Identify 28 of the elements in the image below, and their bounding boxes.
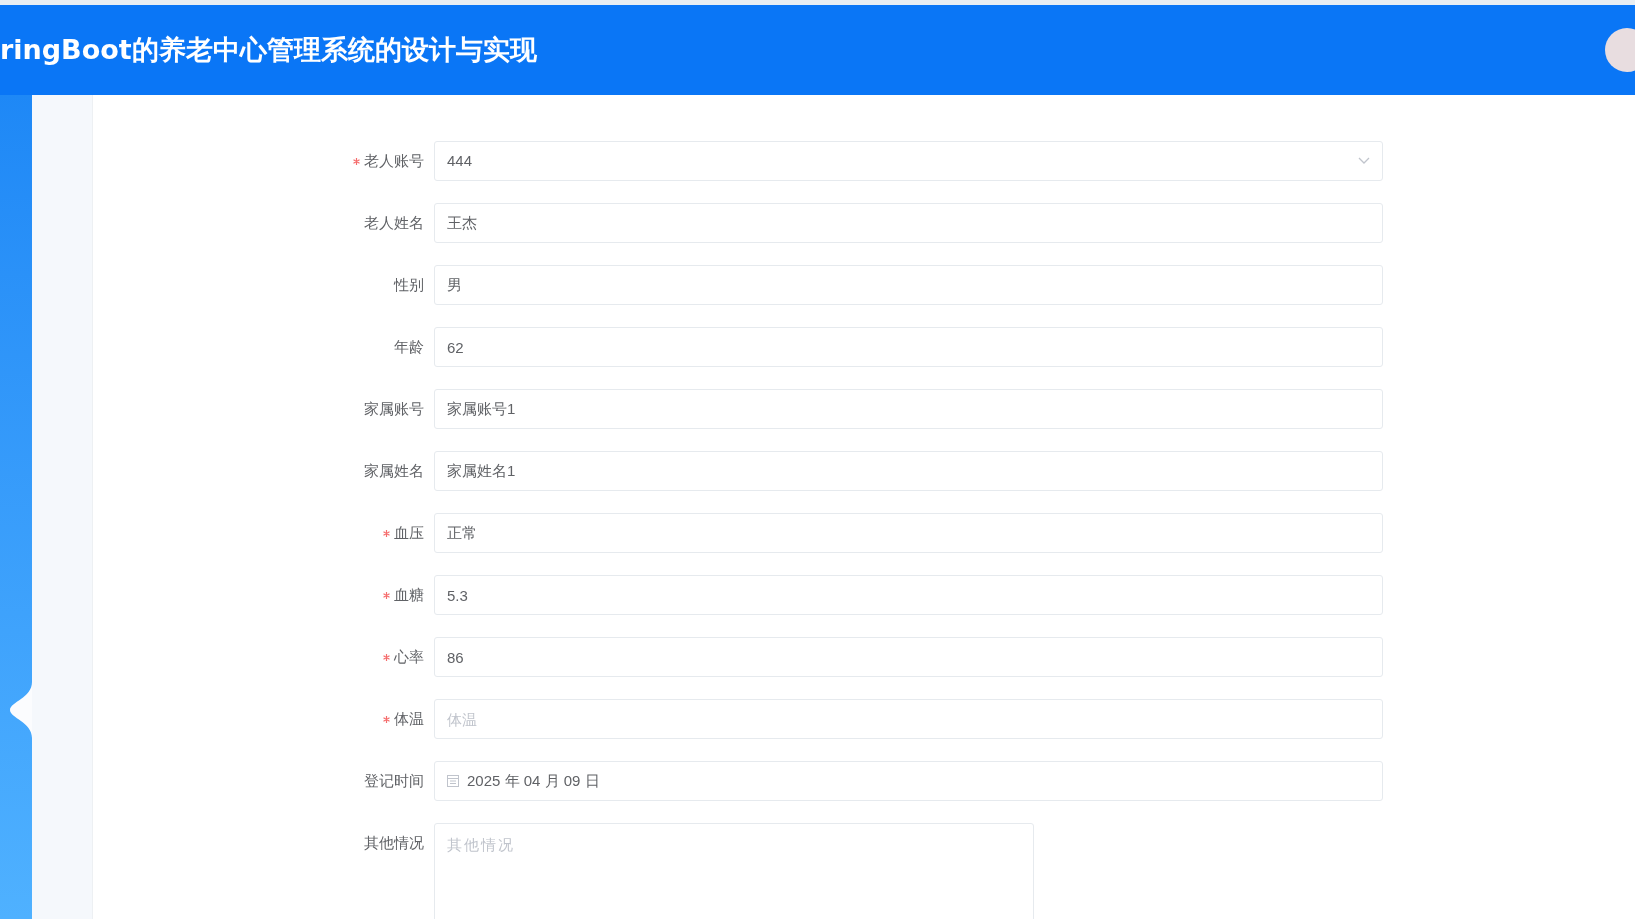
field-label: 老人姓名 <box>364 212 424 233</box>
input-field[interactable]: 86 <box>434 637 1383 677</box>
chevron-down-icon <box>1358 157 1370 165</box>
date-field[interactable]: 2025 年 04 月 09 日 <box>434 761 1383 801</box>
field-label: 性别 <box>394 274 424 295</box>
field-label: 体温 <box>394 708 424 729</box>
header-title: ringBoot的养老中心管理系统的设计与实现 <box>0 32 537 67</box>
textarea-field[interactable]: 其他情况 <box>434 823 1034 919</box>
field-label: 家属姓名 <box>364 460 424 481</box>
field-label: 其他情况 <box>364 832 424 853</box>
input-field[interactable]: 62 <box>434 327 1383 367</box>
field-label: 老人账号 <box>364 150 424 171</box>
input-field[interactable]: 家属账号1 <box>434 389 1383 429</box>
field-label: 登记时间 <box>364 770 424 791</box>
field-label: 家属账号 <box>364 398 424 419</box>
field-label: 心率 <box>394 646 424 667</box>
input-field[interactable]: 5.3 <box>434 575 1383 615</box>
field-label: 年龄 <box>394 336 424 357</box>
calendar-icon <box>447 775 459 787</box>
input-field[interactable]: 家属姓名1 <box>434 451 1383 491</box>
input-field[interactable]: 王杰 <box>434 203 1383 243</box>
input-field[interactable]: 男 <box>434 265 1383 305</box>
field-label: 血糖 <box>394 584 424 605</box>
collapse-tab-icon[interactable] <box>10 682 32 738</box>
select-field[interactable]: 444 <box>434 141 1383 181</box>
input-field[interactable]: 正常 <box>434 513 1383 553</box>
input-field[interactable]: 体温 <box>434 699 1383 739</box>
field-label: 血压 <box>394 522 424 543</box>
